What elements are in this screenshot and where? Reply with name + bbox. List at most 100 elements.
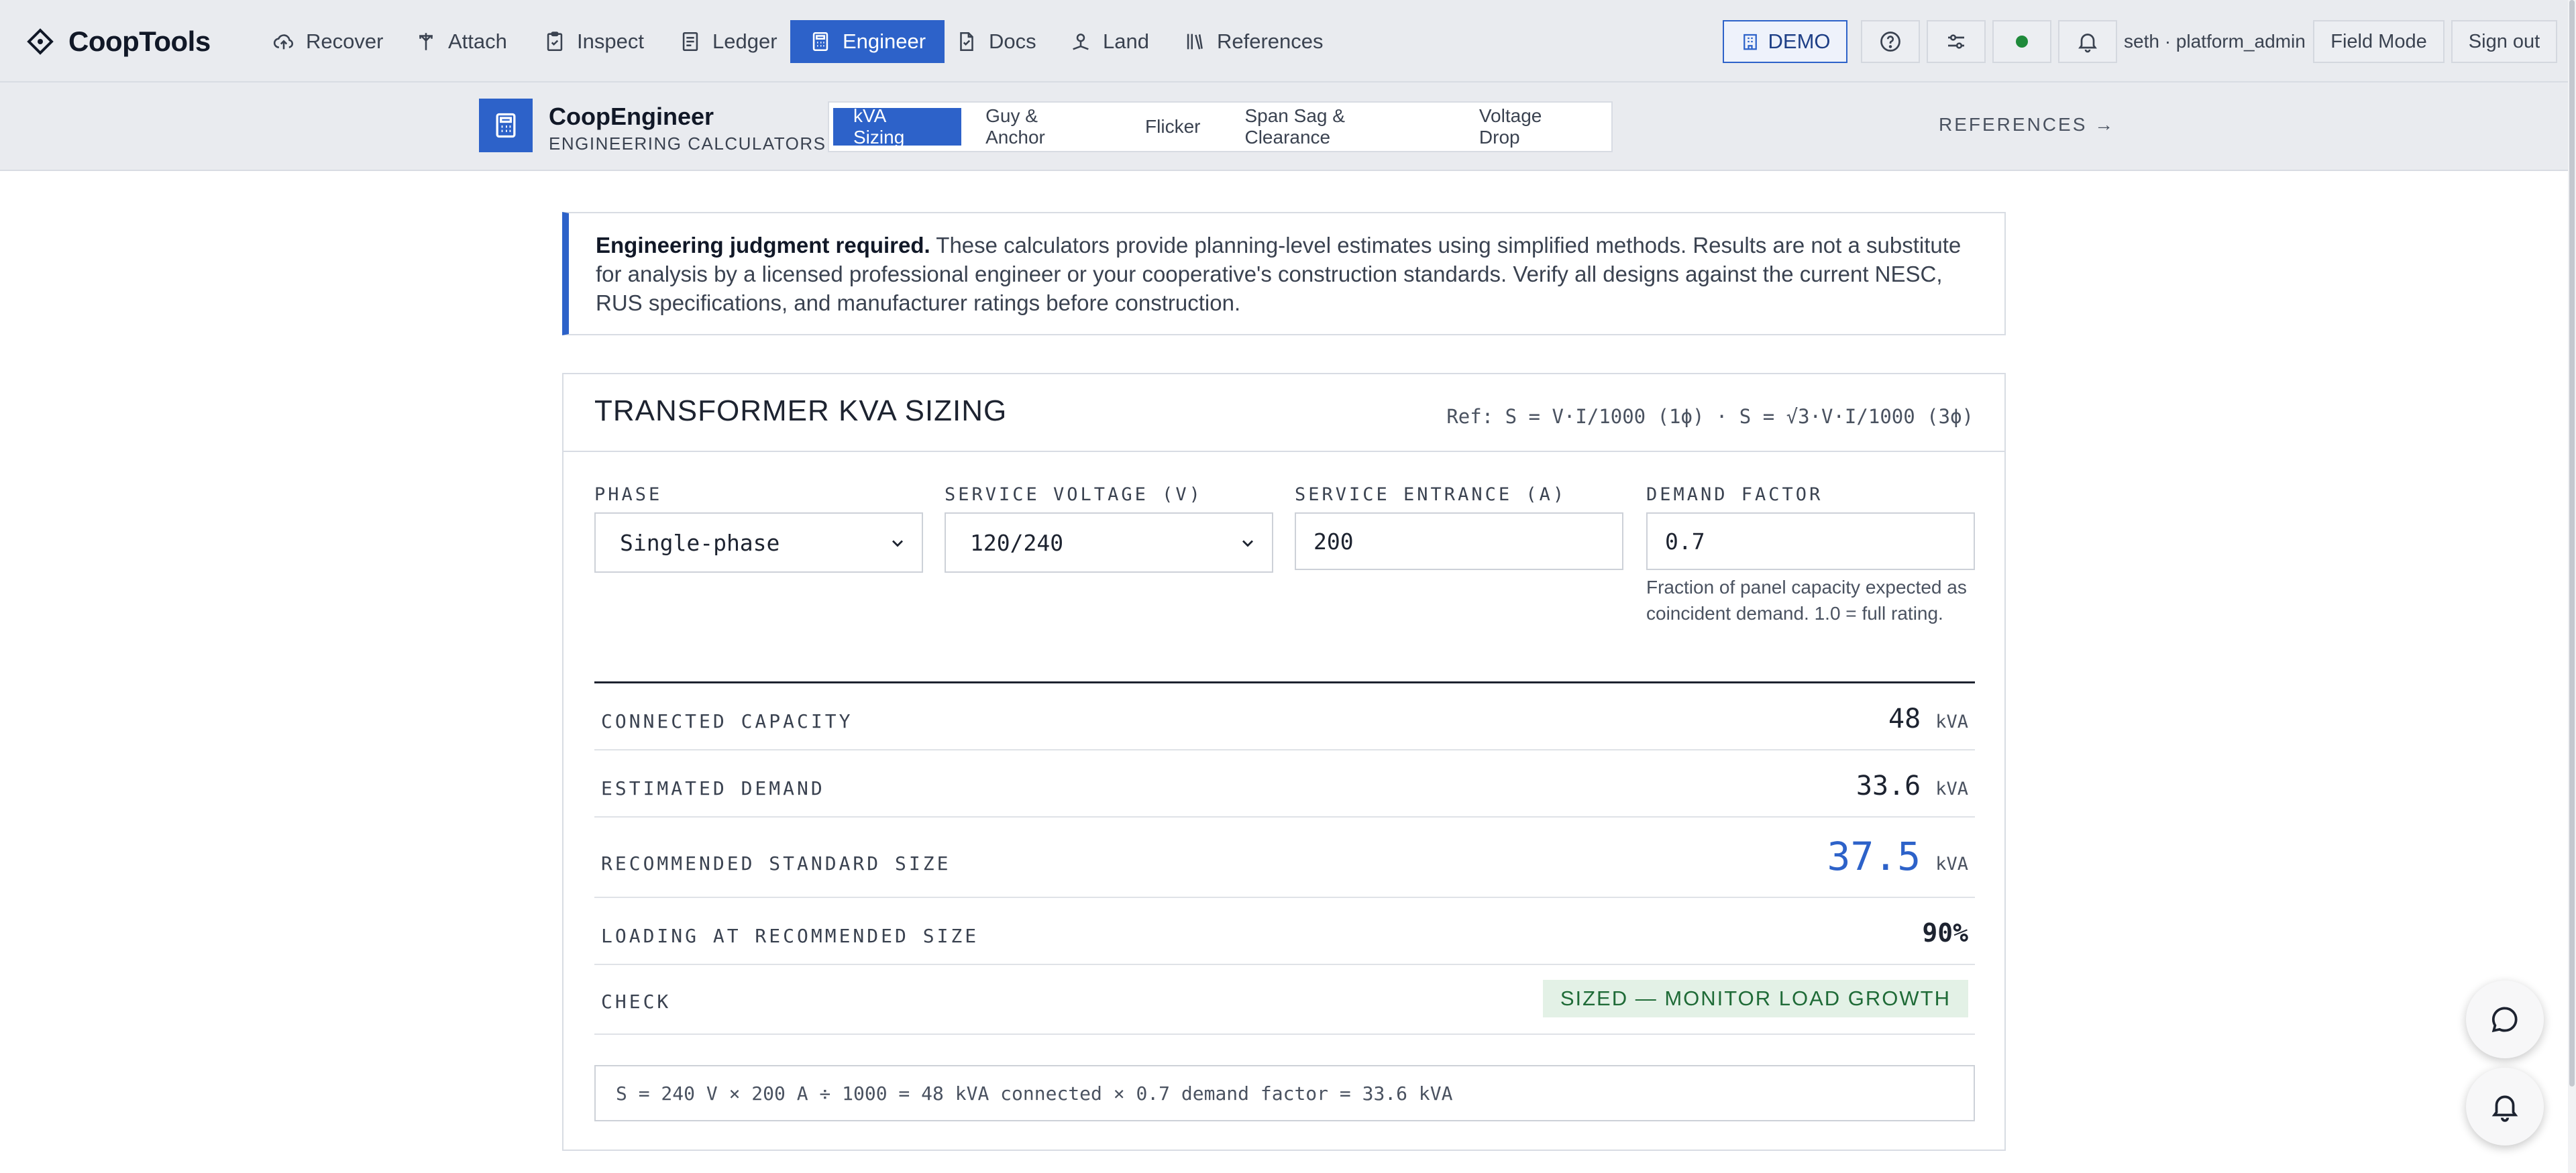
demand-factor-label: DEMAND FACTOR <box>1646 484 1823 505</box>
clipboard-check-icon <box>547 32 563 52</box>
card-title: TRANSFORMER KVA SIZING <box>594 394 1008 427</box>
nav-label: References <box>1217 30 1324 53</box>
ledger-icon <box>682 32 698 52</box>
app-name: CoopTools <box>68 25 211 57</box>
connected-capacity-value: 48 kVA <box>1888 704 1968 734</box>
calculator-icon <box>496 113 516 138</box>
status-badge: SIZED — MONITOR LOAD GROWTH <box>1542 980 1968 1017</box>
loading-label: LOADING AT RECOMMENDED SIZE <box>601 925 979 947</box>
loading-value: 90% <box>1922 918 1968 948</box>
calculator-tabs: kVA Sizing Guy & Anchor Flicker Span Sag… <box>828 101 1613 152</box>
demand-factor-help: Fraction of panel capacity expected as c… <box>1646 577 1967 624</box>
nav-item-ledger[interactable]: Ledger <box>672 20 784 63</box>
entrance-label: SERVICE ENTRANCE (A) <box>1295 484 1567 505</box>
notifications-button[interactable] <box>2058 20 2117 63</box>
field-mode-button[interactable]: Field Mode <box>2313 20 2445 63</box>
nav-label: Ledger <box>712 30 777 53</box>
phase-label: PHASE <box>594 484 663 505</box>
recommended-size-number: 37.5 <box>1827 834 1921 879</box>
connected-capacity-number: 48 <box>1888 704 1921 734</box>
building-icon <box>1743 34 1757 50</box>
nav-item-land[interactable]: Land <box>1063 20 1156 63</box>
tab-span-sag-clearance[interactable]: Span Sag & Clearance <box>1224 105 1454 148</box>
scrollbar-thumb[interactable] <box>2569 0 2575 1086</box>
diamond-logo-icon <box>27 27 54 55</box>
nav-item-docs[interactable]: Docs <box>949 20 1043 63</box>
nav-item-inspect[interactable]: Inspect <box>537 20 651 63</box>
nav-label: Inspect <box>577 30 644 53</box>
chat-bubble-icon <box>2491 1007 2518 1033</box>
kva-sizing-card: TRANSFORMER KVA SIZING Ref: S = V·I/1000… <box>562 373 2006 1151</box>
result-row-loading: LOADING AT RECOMMENDED SIZE 90% <box>594 898 1975 965</box>
sign-out-button[interactable]: Sign out <box>2451 20 2557 63</box>
app-brand[interactable]: CoopTools <box>27 0 211 82</box>
demo-label: DEMO <box>1768 30 1831 53</box>
voltage-label: SERVICE VOLTAGE (V) <box>945 484 1203 505</box>
demand-factor-input[interactable]: 0.7 <box>1646 512 1975 570</box>
disclaimer-heading: Engineering judgment required. <box>596 233 930 258</box>
nav-item-recover[interactable]: Recover <box>266 20 390 63</box>
demo-button[interactable]: DEMO <box>1723 20 1847 63</box>
recommended-size-unit: kVA <box>1935 854 1968 875</box>
chat-button[interactable] <box>2466 981 2544 1058</box>
result-row-check: CHECK SIZED — MONITOR LOAD GROWTH <box>594 965 1975 1035</box>
result-row-demand: ESTIMATED DEMAND 33.6 kVA <box>594 750 1975 818</box>
loading-number: 90% <box>1922 918 1968 948</box>
check-label: CHECK <box>601 991 672 1013</box>
calculation-formula: S = 240 V × 200 A ÷ 1000 = 48 kVA connec… <box>594 1065 1975 1121</box>
voltage-value: 120/240 <box>970 529 1064 556</box>
formula-reference: Ref: S = V·I/1000 (1ϕ) · S = √3·V·I/1000… <box>1446 405 1974 428</box>
tab-guy-anchor[interactable]: Guy & Anchor <box>965 105 1121 148</box>
help-circle-icon <box>1880 32 1900 52</box>
voltage-select[interactable]: 120/240 <box>945 512 1273 573</box>
user-label: seth · platform_admin <box>2124 31 2306 52</box>
card-header: TRANSFORMER KVA SIZING Ref: S = V·I/1000… <box>564 374 2004 452</box>
alerts-fab-button[interactable] <box>2466 1068 2544 1146</box>
nav-item-references[interactable]: References <box>1177 20 1330 63</box>
nav-label: Recover <box>306 30 384 53</box>
service-entrance-input[interactable]: 200 <box>1295 512 1623 570</box>
recommended-size-value: 37.5 kVA <box>1827 834 1968 879</box>
nav-item-engineer[interactable]: Engineer <box>790 20 945 63</box>
result-row-recommended: RECOMMENDED STANDARD SIZE 37.5 kVA <box>594 818 1975 898</box>
top-navigation-bar: CoopTools Recover Attach Inspect Ledger … <box>0 0 2568 82</box>
connected-capacity-label: CONNECTED CAPACITY <box>601 710 853 732</box>
module-caption: ENGINEERING CALCULATORS <box>549 133 826 154</box>
nav-label: Engineer <box>843 30 926 53</box>
engineering-disclaimer: Engineering judgment required. These cal… <box>562 212 2006 335</box>
books-icon <box>1187 34 1203 50</box>
phase-value: Single-phase <box>620 529 780 556</box>
connected-capacity-unit: kVA <box>1935 712 1968 732</box>
bell-icon <box>2491 1095 2518 1122</box>
nav-label: Docs <box>989 30 1036 53</box>
chevron-down-icon <box>1242 540 1253 547</box>
land-icon <box>1073 34 1089 50</box>
calculator-logo <box>479 99 533 152</box>
references-link[interactable]: REFERENCES → <box>1939 114 2115 135</box>
document-icon <box>960 32 973 52</box>
tab-kva-sizing[interactable]: kVA Sizing <box>833 105 962 148</box>
status-indicator <box>1992 20 2051 63</box>
status-dot-icon <box>2016 36 2028 48</box>
result-row-connected: CONNECTED CAPACITY 48 kVA <box>594 683 1975 750</box>
pole-icon <box>419 33 433 50</box>
phase-select[interactable]: Single-phase <box>594 512 923 573</box>
sliders-icon <box>1948 34 1964 49</box>
estimated-demand-unit: kVA <box>1935 779 1968 799</box>
nav-label: Land <box>1103 30 1149 53</box>
engineer-subheader: CoopEngineer ENGINEERING CALCULATORS kVA… <box>0 82 2568 171</box>
estimated-demand-value: 33.6 kVA <box>1856 771 1968 801</box>
nav-label: Attach <box>448 30 507 53</box>
tab-flicker[interactable]: Flicker <box>1125 108 1220 146</box>
module-title: CoopEngineer <box>549 103 714 130</box>
estimated-demand-number: 33.6 <box>1856 771 1921 801</box>
chevron-down-icon <box>892 540 903 547</box>
bell-icon <box>2078 34 2097 53</box>
nav-item-attach[interactable]: Attach <box>408 20 514 63</box>
settings-button[interactable] <box>1927 20 1986 63</box>
calculator-icon <box>812 32 828 52</box>
recommended-size-label: RECOMMENDED STANDARD SIZE <box>601 852 951 875</box>
cloud-upload-icon <box>273 34 293 50</box>
tab-voltage-drop[interactable]: Voltage Drop <box>1459 105 1607 148</box>
help-button[interactable] <box>1861 20 1920 63</box>
